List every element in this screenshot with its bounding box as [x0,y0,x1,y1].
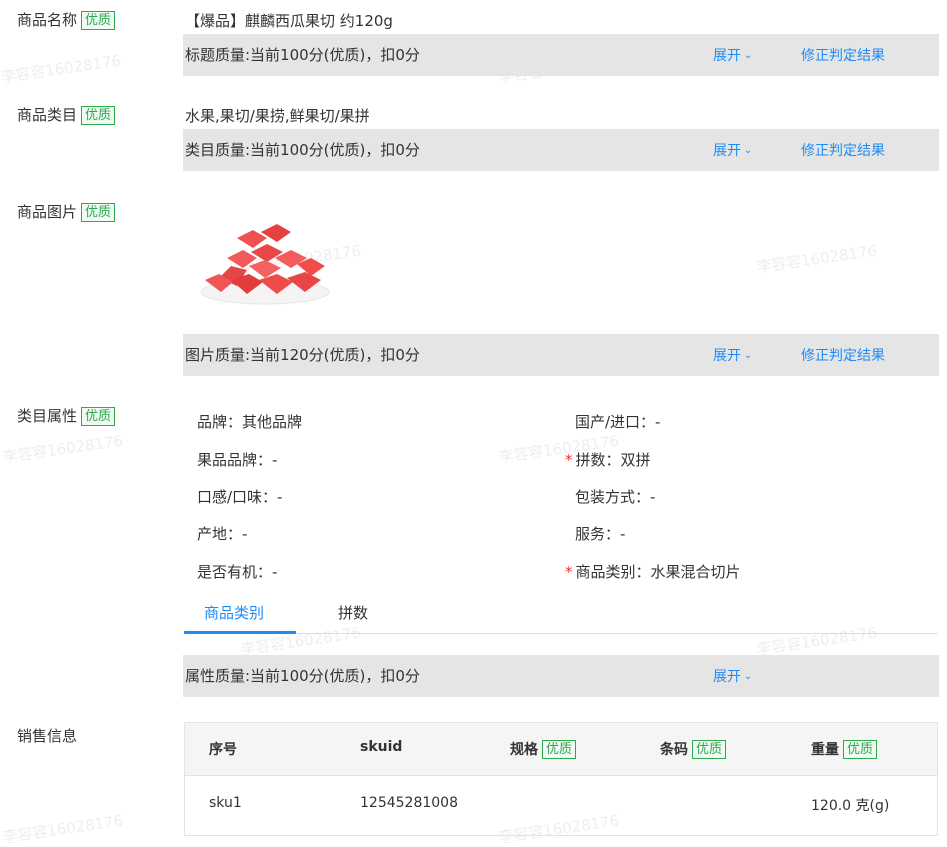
watermark: 李容容16028176 [1,431,125,467]
sku-table: 序号 skuid 规格 优质 条码 优质 重量 优质 sku1 12545281008… [184,722,938,836]
fix-result-link[interactable]: 修正判定结果 [801,140,885,160]
fix-result-link[interactable]: 修正判定结果 [801,45,885,65]
active-tab-indicator [184,631,296,634]
attribute-item-required: * 商品类别：水果混合切片 [565,561,741,582]
product-image-label-text: 商品图片 [17,203,78,221]
cell-index: sku1 [209,795,242,811]
tab-count[interactable]: 拼数 [338,602,368,623]
chevron-down-icon: ⌄ [744,350,753,361]
quality-badge: 优质 [692,740,727,759]
chevron-down-icon: ⌄ [744,145,753,156]
category-value: 水果,果切/果捞,鲜果切/果拼 [185,107,370,125]
expand-label: 展开 [713,48,741,64]
attribute-item-text: 商品类别：水果混合切片 [575,563,741,581]
watermark: 李容容16028176 [755,623,879,659]
product-image-label: 商品图片 优质 [17,201,116,222]
sales-info-label: 销售信息 [17,727,78,745]
col-skuid: skuid [360,739,403,755]
attribute-quality-text: 属性质量:当前100分(优质)，扣0分 [185,667,420,685]
expand-button[interactable]: 展开 ⌄ [713,140,752,160]
required-mark: * [565,451,573,469]
chevron-down-icon: ⌄ [744,671,753,682]
quality-badge: 优质 [81,407,116,426]
col-barcode: 条码 优质 [660,739,727,759]
expand-button[interactable]: 展开 ⌄ [713,45,752,65]
category-attributes-label-text: 类目属性 [17,407,78,425]
cell-skuid: 12545281008 [360,795,458,811]
watermark: 李容容16028176 [0,51,123,87]
category-attributes-label: 类目属性 优质 [17,405,116,426]
attribute-item: 是否有机：- [197,563,278,581]
title-quality-bar: 标题质量:当前100分(优质)，扣0分 展开 ⌄ 修正判定结果 [183,34,939,76]
required-mark: * [565,563,573,581]
table-header: 序号 skuid 规格 优质 条码 优质 重量 优质 [185,723,937,776]
image-quality-bar: 图片质量:当前120分(优质)，扣0分 展开 ⌄ 修正判定结果 [183,334,939,376]
title-quality-text: 标题质量:当前100分(优质)，扣0分 [185,46,420,64]
expand-button[interactable]: 展开 ⌄ [713,345,752,365]
quality-badge: 优质 [81,11,116,30]
quality-badge: 优质 [81,106,116,125]
category-label-text: 商品类目 [17,106,78,124]
cell-weight: 120.0 克(g) [811,798,890,814]
col-weight-text: 重量 [811,742,839,758]
attribute-item: 产地：- [197,525,248,543]
category-quality-text: 类目质量:当前100分(优质)，扣0分 [185,141,420,159]
tabs-divider [184,633,938,634]
watermark: 李容容16028176 [1,811,125,847]
product-image[interactable] [197,218,337,308]
attribute-item-required: * 拼数：双拼 [565,449,651,470]
watermark: 李容容16028176 [239,623,363,659]
quality-badge: 优质 [843,740,878,759]
tab-product-category[interactable]: 商品类别 [204,602,264,623]
chevron-down-icon: ⌄ [744,50,753,61]
product-name-value: 【爆品】麒麟西瓜果切 约120g [185,12,393,30]
attribute-item: 品牌：其他品牌 [197,413,303,431]
product-name-label: 商品名称 优质 [17,9,116,30]
expand-label: 展开 [713,669,741,685]
col-index: 序号 [209,742,237,758]
attribute-item: 服务：- [575,525,626,543]
image-quality-text: 图片质量:当前120分(优质)，扣0分 [185,346,420,364]
expand-label: 展开 [713,348,741,364]
attribute-item: 口感/口味：- [197,488,283,506]
attribute-item: 果品品牌：- [197,451,278,469]
col-spec: 规格 优质 [510,739,577,759]
attribute-item: 国产/进口：- [575,413,661,431]
category-quality-bar: 类目质量:当前100分(优质)，扣0分 展开 ⌄ 修正判定结果 [183,129,939,171]
expand-label: 展开 [713,143,741,159]
attribute-item: 包装方式：- [575,488,656,506]
fix-result-link[interactable]: 修正判定结果 [801,345,885,365]
attribute-quality-bar: 属性质量:当前100分(优质)，扣0分 展开 ⌄ [183,655,939,697]
watermark: 李容容16028176 [755,241,879,277]
category-label: 商品类目 优质 [17,104,116,125]
col-weight: 重量 优质 [811,739,878,759]
col-barcode-text: 条码 [660,742,688,758]
quality-badge: 优质 [81,203,116,222]
col-spec-text: 规格 [510,742,538,758]
quality-badge: 优质 [542,740,577,759]
attribute-item-text: 拼数：双拼 [575,451,651,469]
expand-button[interactable]: 展开 ⌄ [713,666,752,686]
product-name-label-text: 商品名称 [17,11,78,29]
